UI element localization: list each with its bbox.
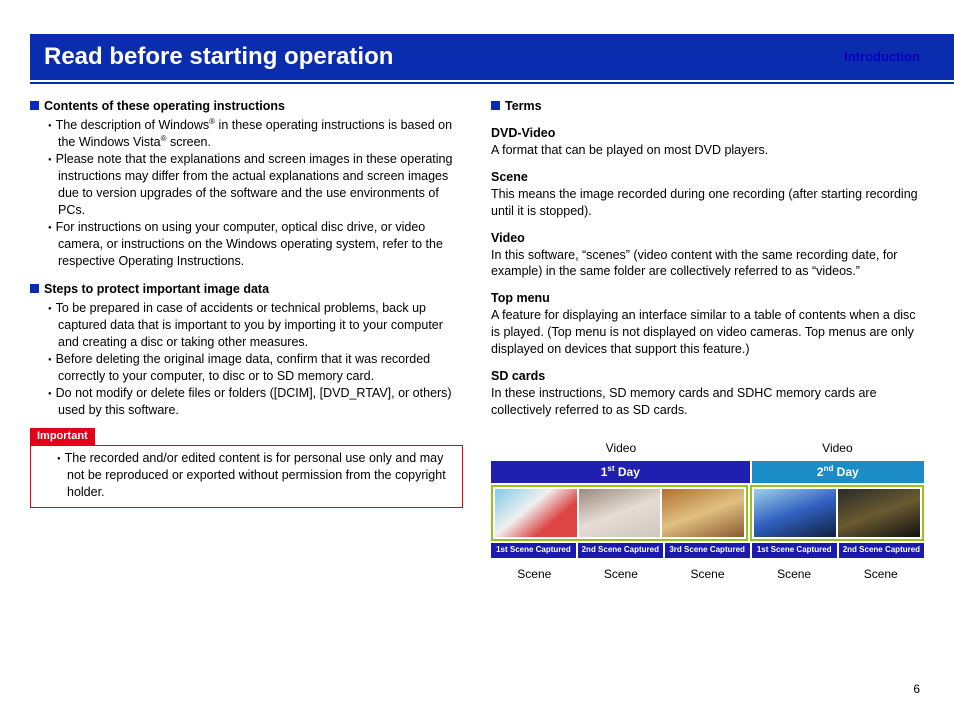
term-body: In this software, “scenes” (video conten… (491, 247, 924, 281)
scene-label: Scene (578, 566, 665, 582)
scene-thumbnail (495, 489, 577, 537)
scene-label: Scene (837, 566, 924, 582)
bullet-square-icon (30, 101, 39, 110)
film-strip-segment (491, 485, 748, 541)
term-body: A format that can be played on most DVD … (491, 142, 924, 159)
scene-label: Scene (491, 566, 578, 582)
important-badge: Important (30, 428, 95, 445)
text: screen. (167, 135, 211, 149)
section-heading-text: Contents of these operating instructions (44, 99, 285, 113)
list-item: To be prepared in case of accidents or t… (48, 300, 463, 351)
important-box: The recorded and/or edited content is fo… (30, 445, 463, 508)
bullet-square-icon (491, 101, 500, 110)
scene-caption: 2nd Scene Captured (839, 543, 924, 558)
video-label: Video (751, 440, 924, 456)
scene-caption: 3rd Scene Captured (665, 543, 750, 558)
scene-caption: 1st Scene Captured (491, 543, 576, 558)
term-heading: Video (491, 230, 924, 247)
scene-thumbnail (838, 489, 920, 537)
video-label: Video (491, 440, 751, 456)
section-heading-steps: Steps to protect important image data (30, 281, 463, 298)
term-body: This means the image recorded during one… (491, 186, 924, 220)
day-header-2: 2nd Day (752, 461, 924, 483)
scene-caption: 1st Scene Captured (752, 543, 837, 558)
scene-thumbnail (754, 489, 836, 537)
bullet-square-icon (30, 284, 39, 293)
section-heading-contents: Contents of these operating instructions (30, 98, 463, 115)
section-heading-text: Steps to protect important image data (44, 282, 269, 296)
section-heading-text: Terms (505, 99, 542, 113)
term-heading: Top menu (491, 290, 924, 307)
text: The description of Windows (56, 118, 210, 132)
video-scene-diagram: Video Video 1st Day 2nd Day (491, 440, 924, 581)
category-link[interactable]: Introduction (844, 48, 920, 66)
scene-caption: 2nd Scene Captured (578, 543, 663, 558)
term-body: A feature for displaying an interface si… (491, 307, 924, 358)
page-title: Read before starting operation (30, 34, 954, 80)
title-underline (30, 82, 954, 84)
scene-thumbnail (662, 489, 744, 537)
list-item: Do not modify or delete files or folders… (48, 385, 463, 419)
list-item: For instructions on using your computer,… (48, 219, 463, 270)
list-item: The recorded and/or edited content is fo… (57, 450, 454, 501)
term-heading: DVD-Video (491, 125, 924, 142)
list-item: The description of Windows® in these ope… (48, 117, 463, 151)
scene-label: Scene (751, 566, 838, 582)
film-strip-segment (750, 485, 924, 541)
list-item: Before deleting the original image data,… (48, 351, 463, 385)
scene-thumbnail (579, 489, 661, 537)
scene-label: Scene (664, 566, 751, 582)
section-heading-terms: Terms (491, 98, 924, 115)
day-header-1: 1st Day (491, 461, 750, 483)
term-heading: SD cards (491, 368, 924, 385)
page-number: 6 (913, 681, 920, 697)
term-body: In these instructions, SD memory cards a… (491, 385, 924, 419)
list-item: Please note that the explanations and sc… (48, 151, 463, 219)
term-heading: Scene (491, 169, 924, 186)
